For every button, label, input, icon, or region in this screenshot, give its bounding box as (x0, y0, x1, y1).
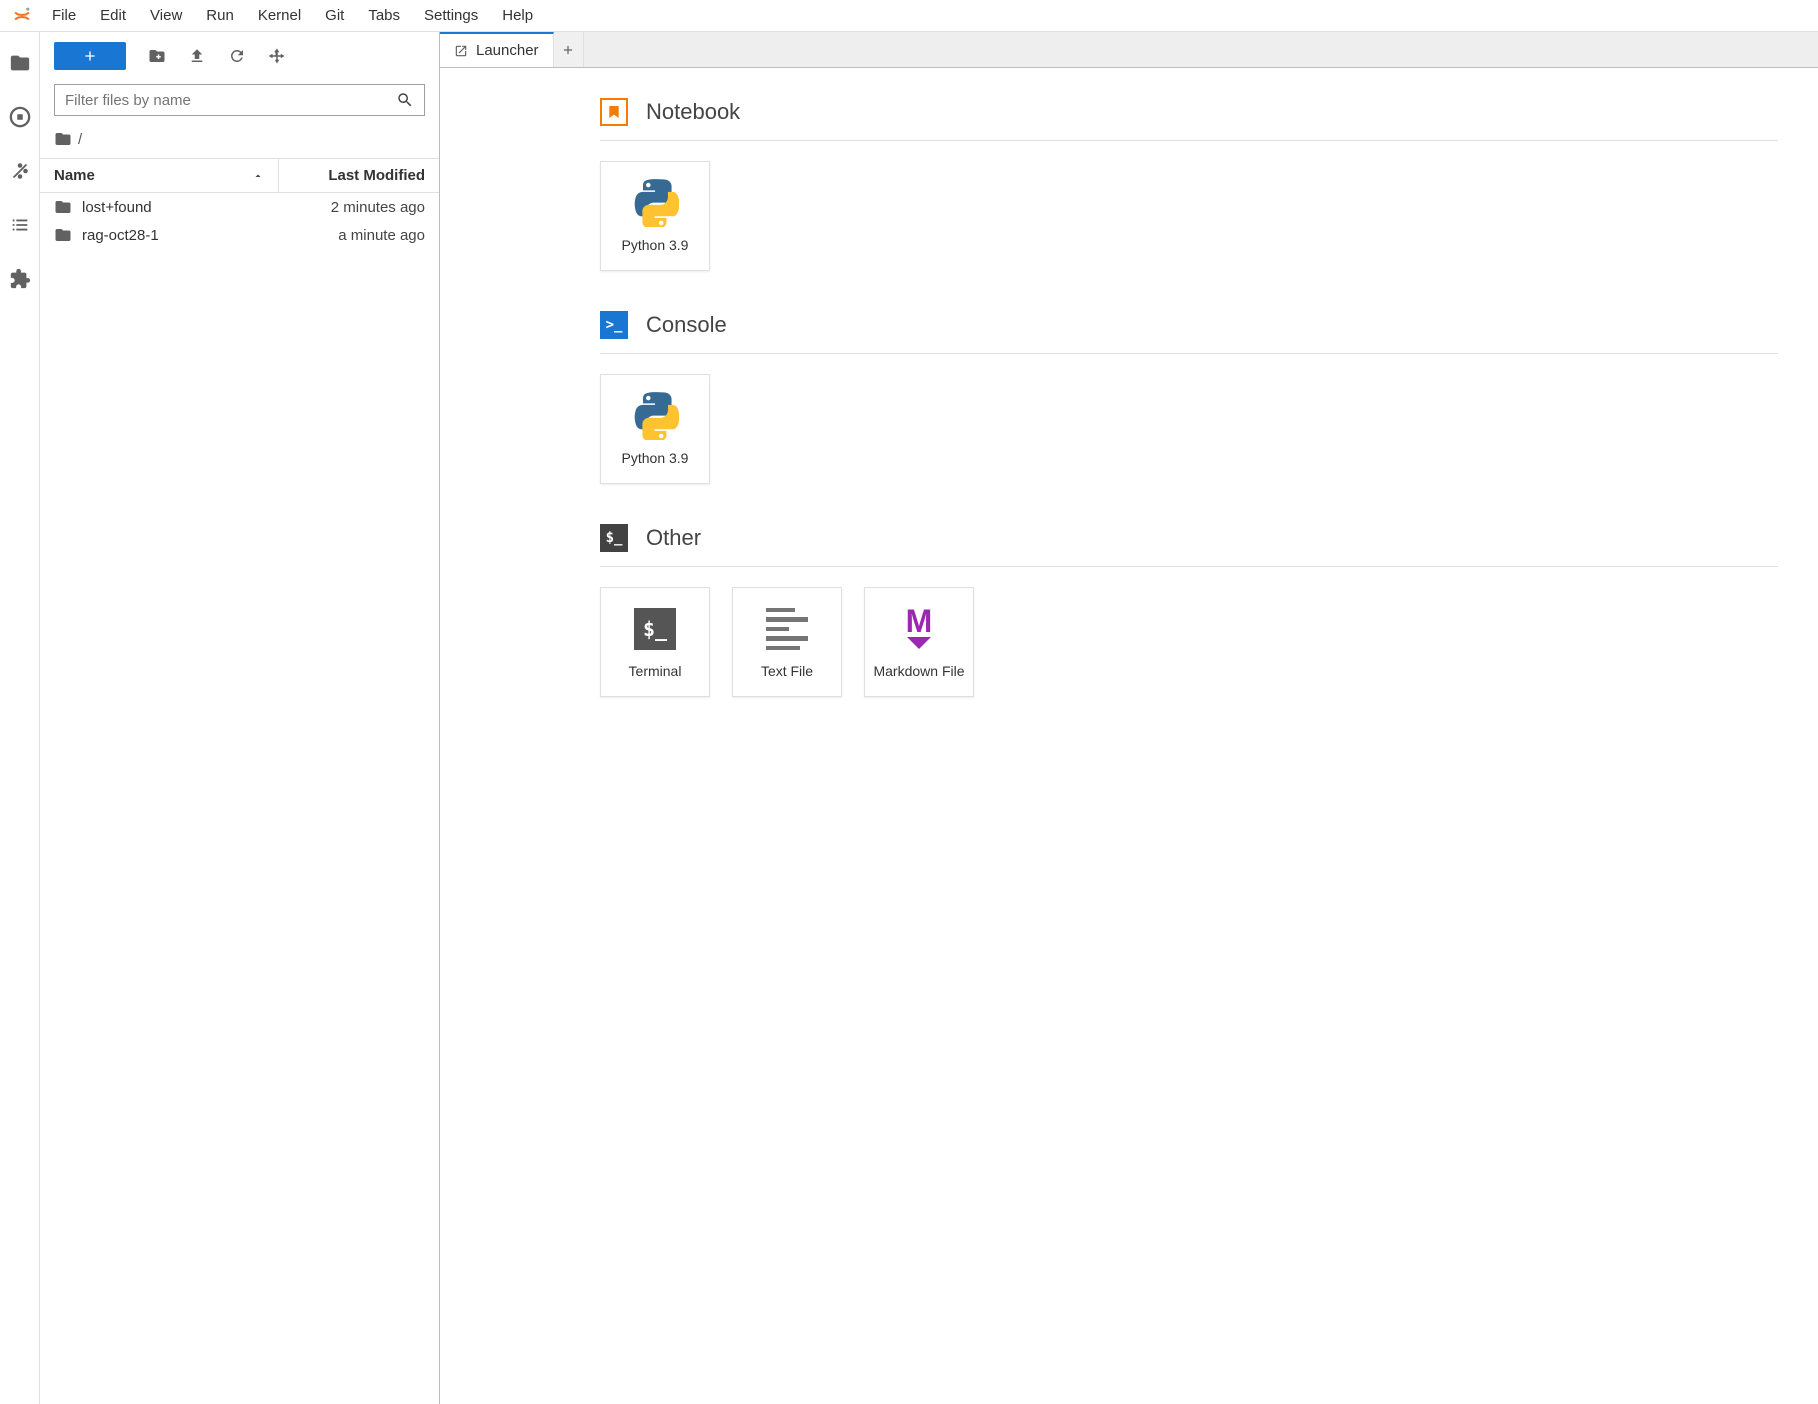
card-label: Python 3.9 (622, 237, 689, 253)
launcher-tab-icon (454, 44, 468, 58)
menu-tabs[interactable]: Tabs (356, 3, 412, 28)
file-browser-panel: / Name Last Modified lost+found 2 minute… (40, 32, 440, 1404)
tabbar: Launcher (440, 32, 1818, 68)
main-area: Launcher Notebook (440, 32, 1818, 1404)
file-name: lost+found (82, 199, 265, 216)
menu-kernel[interactable]: Kernel (246, 3, 313, 28)
section-title: Notebook (646, 99, 740, 125)
card-notebook-python[interactable]: Python 3.9 (600, 161, 710, 271)
folder-icon (54, 130, 72, 148)
notebook-section-icon (600, 98, 628, 126)
terminal-icon: $_ (631, 605, 679, 653)
menu-git[interactable]: Git (313, 3, 356, 28)
menu-run[interactable]: Run (194, 3, 246, 28)
filebrowser-tab-icon[interactable] (9, 52, 31, 74)
sort-caret-icon (252, 170, 264, 182)
section-console: >_ Console Python 3.9 (600, 311, 1778, 484)
git-toolbar-icon[interactable] (268, 47, 286, 65)
search-icon (396, 91, 414, 109)
folder-icon (54, 198, 72, 216)
new-folder-icon[interactable] (148, 47, 166, 65)
tab-launcher[interactable]: Launcher (440, 32, 554, 67)
filter-input[interactable] (65, 92, 396, 109)
menubar: File Edit View Run Kernel Git Tabs Setti… (0, 0, 1818, 32)
folder-icon (54, 226, 72, 244)
card-textfile[interactable]: Text File (732, 587, 842, 697)
section-title: Other (646, 525, 701, 551)
other-section-icon: $_ (600, 524, 628, 552)
card-label: Text File (761, 663, 813, 679)
section-title: Console (646, 312, 727, 338)
column-modified-header[interactable]: Last Modified (279, 159, 439, 192)
toc-tab-icon[interactable] (9, 214, 31, 236)
section-header: Notebook (600, 98, 1778, 141)
section-header: >_ Console (600, 311, 1778, 354)
section-other: $_ Other $_ Terminal (600, 524, 1778, 697)
tab-title: Launcher (476, 42, 539, 59)
refresh-icon[interactable] (228, 47, 246, 65)
column-name-label: Name (54, 167, 95, 184)
python-icon (631, 392, 679, 440)
activity-bar (0, 32, 40, 1404)
section-header: $_ Other (600, 524, 1778, 567)
running-kernels-tab-icon[interactable] (9, 106, 31, 128)
file-modified: 2 minutes ago (265, 199, 425, 216)
file-modified: a minute ago (265, 227, 425, 244)
upload-icon[interactable] (188, 47, 206, 65)
menu-help[interactable]: Help (490, 3, 545, 28)
card-console-python[interactable]: Python 3.9 (600, 374, 710, 484)
card-terminal[interactable]: $_ Terminal (600, 587, 710, 697)
menu-edit[interactable]: Edit (88, 3, 138, 28)
menu-file[interactable]: File (40, 3, 88, 28)
file-list-header: Name Last Modified (40, 158, 439, 193)
file-name: rag-oct28-1 (82, 227, 265, 244)
card-label: Markdown File (873, 663, 964, 679)
card-markdown[interactable]: M Markdown File (864, 587, 974, 697)
launcher-panel: Notebook Python 3.9 >_ (440, 68, 1818, 1404)
new-launcher-button[interactable] (54, 42, 126, 70)
markdown-icon: M (895, 605, 943, 653)
column-name-header[interactable]: Name (40, 159, 279, 192)
add-tab-button[interactable] (554, 32, 584, 67)
jupyter-logo-icon (12, 6, 32, 26)
menu-view[interactable]: View (138, 3, 194, 28)
file-browser-toolbar (40, 32, 439, 80)
card-label: Terminal (629, 663, 682, 679)
file-row[interactable]: lost+found 2 minutes ago (40, 193, 439, 221)
file-row[interactable]: rag-oct28-1 a minute ago (40, 221, 439, 249)
python-icon (631, 179, 679, 227)
file-list: lost+found 2 minutes ago rag-oct28-1 a m… (40, 193, 439, 1404)
textfile-icon (763, 605, 811, 653)
filter-box (54, 84, 425, 116)
menu-settings[interactable]: Settings (412, 3, 490, 28)
breadcrumb[interactable]: / (40, 124, 439, 158)
console-section-icon: >_ (600, 311, 628, 339)
section-notebook: Notebook Python 3.9 (600, 98, 1778, 271)
breadcrumb-path: / (78, 131, 82, 148)
git-tab-icon[interactable] (9, 160, 31, 182)
extensions-tab-icon[interactable] (9, 268, 31, 290)
card-label: Python 3.9 (622, 450, 689, 466)
